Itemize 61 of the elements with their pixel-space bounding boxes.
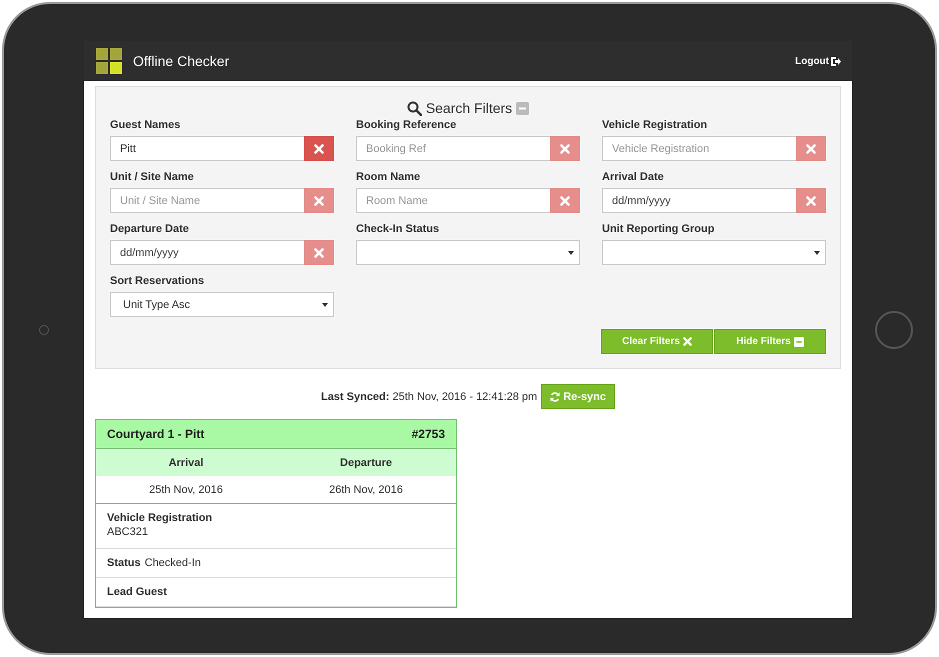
filters-title: Search Filters <box>426 100 512 116</box>
field-label: Vehicle Registration <box>602 119 708 131</box>
close-icon <box>314 248 324 258</box>
clear-button[interactable] <box>796 136 826 161</box>
close-icon <box>806 144 816 154</box>
close-icon <box>682 337 692 346</box>
status-label: Status <box>107 557 141 569</box>
status-value: Checked-In <box>144 557 201 569</box>
input-field[interactable]: Vehicle Registration <box>602 136 796 161</box>
field-label: Room Name <box>356 171 422 183</box>
app-title: Offline Checker <box>133 53 230 69</box>
logout-link[interactable]: Logout <box>795 56 841 66</box>
clear-button[interactable] <box>550 188 580 213</box>
select-field[interactable] <box>602 240 826 265</box>
field-label: Booking Reference <box>356 119 458 131</box>
field-label: Sort Reservations <box>110 275 206 287</box>
clear-button[interactable] <box>304 240 334 265</box>
reservation-title: Courtyard 1 - Pitt <box>107 427 204 441</box>
home-button[interactable] <box>874 310 912 348</box>
field-label: Unit Reporting Group <box>602 223 716 235</box>
column-header: Arrival <box>168 456 204 468</box>
input-field[interactable]: Unit / Site Name <box>110 188 304 213</box>
select-field[interactable] <box>356 240 580 265</box>
collapse-icon[interactable] <box>516 102 530 114</box>
input-field[interactable]: dd/mm/yyyy <box>602 188 796 213</box>
field-label: Unit / Site Name <box>110 171 195 183</box>
close-icon <box>806 196 816 206</box>
select-field[interactable]: Unit Type Asc <box>110 292 334 317</box>
refresh-icon <box>550 392 560 402</box>
lead-guest-label: Lead Guest <box>107 586 167 598</box>
caret-icon <box>814 250 820 254</box>
caret-icon <box>322 302 328 306</box>
date-cell-text: 25th Nov, 2016 <box>148 484 224 496</box>
input-field[interactable]: Pitt <box>110 136 304 161</box>
clear-button[interactable] <box>550 136 580 161</box>
close-icon <box>314 196 324 206</box>
vehicle-label: Vehicle Registration <box>107 512 214 524</box>
input-field[interactable]: dd/mm/yyyy <box>110 240 304 265</box>
field-label: Departure Date <box>110 223 190 235</box>
caret-icon <box>568 250 574 254</box>
logout-icon <box>831 56 841 66</box>
logo-icon <box>96 48 122 74</box>
clear-button[interactable] <box>796 188 826 213</box>
last-synced-text: Last Synced: 25th Nov, 2016 - 12:41:28 pm <box>320 390 538 402</box>
clear-button[interactable] <box>304 188 334 213</box>
vehicle-value: ABC321 <box>107 526 149 538</box>
date-cell-text: 26th Nov, 2016 <box>328 484 404 496</box>
clear-button[interactable] <box>304 136 334 161</box>
field-label: Guest Names <box>110 119 182 131</box>
field-label: Check-In Status <box>356 223 440 235</box>
reservation-number: #2753 <box>412 427 445 441</box>
close-icon <box>314 144 324 154</box>
camera-icon <box>39 324 49 334</box>
close-icon <box>560 144 570 154</box>
input-field[interactable]: Booking Ref <box>356 136 550 161</box>
minus-square-icon <box>794 336 804 346</box>
column-header: Departure <box>339 456 393 468</box>
close-icon <box>560 196 570 206</box>
search-icon <box>406 100 422 116</box>
input-field[interactable]: Room Name <box>356 188 550 213</box>
field-label: Arrival Date <box>602 171 665 183</box>
